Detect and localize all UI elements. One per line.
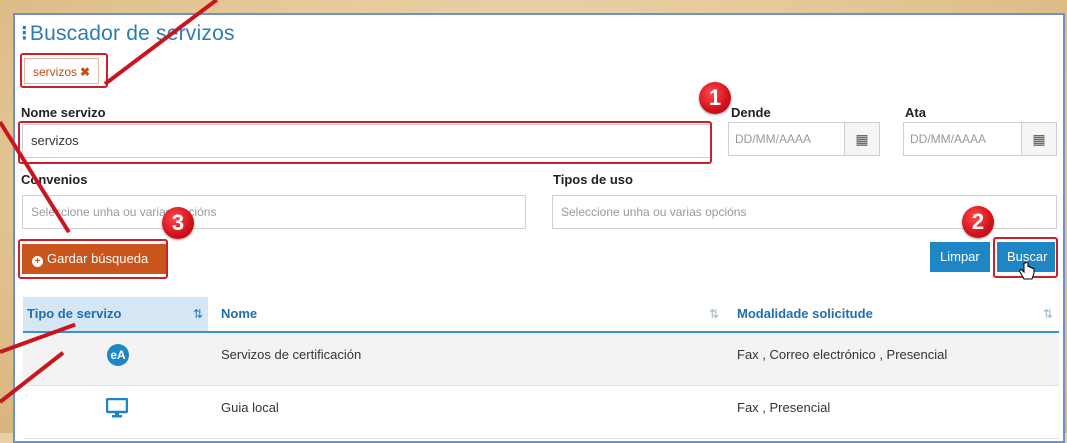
calendar-icon[interactable]: ▦ xyxy=(844,123,879,155)
row-nome[interactable]: Servizos de certificación xyxy=(221,333,361,377)
ata-label: Ata xyxy=(905,105,926,120)
tipos-uso-label: Tipos de uso xyxy=(553,172,633,187)
step-badge-1: 1 xyxy=(699,82,731,114)
dende-placeholder: DD/MM/AAAA xyxy=(735,132,812,146)
table-header: Tipo de servizo ⇅ Nome ⇅ Modalidade soli… xyxy=(23,297,1059,333)
calendar-icon[interactable]: ▦ xyxy=(1021,123,1056,155)
row-modalidade: Fax , Correo electrónico , Presencial xyxy=(737,347,948,362)
sort-icon[interactable]: ⇅ xyxy=(709,297,719,331)
sort-active-icon[interactable]: ⇅ xyxy=(193,297,203,331)
annotation-box-save xyxy=(18,239,168,279)
dende-label: Dende xyxy=(731,105,771,120)
ata-placeholder: DD/MM/AAAA xyxy=(910,132,987,146)
monitor-icon xyxy=(106,398,128,418)
step-badge-3: 3 xyxy=(162,207,194,239)
tipos-uso-placeholder: Seleccione unha ou varias opcións xyxy=(561,205,747,219)
column-header-nome[interactable]: Nome xyxy=(221,297,257,331)
step-badge-2: 2 xyxy=(962,206,994,238)
table-row[interactable]: eA Servizos de certificación Fax , Corre… xyxy=(23,333,1059,386)
hand-cursor-icon xyxy=(1019,262,1035,280)
column-header-tipo[interactable]: Tipo de servizo xyxy=(23,297,208,331)
table-row[interactable]: Guia local Fax , Presencial xyxy=(23,386,1059,439)
sort-icon[interactable]: ⇅ xyxy=(1043,297,1053,331)
eA-icon: eA xyxy=(107,344,129,366)
convenios-select[interactable]: Seleccione unha ou varias opcións xyxy=(22,195,526,229)
column-header-tipo-label: Tipo de servizo xyxy=(27,306,122,321)
nome-servizo-label: Nome servizo xyxy=(21,105,106,120)
column-header-modalidade-label: Modalidade solicitude xyxy=(737,306,873,321)
annotation-box-tag xyxy=(20,53,108,88)
dende-date-field[interactable]: DD/MM/AAAA ▦ xyxy=(728,122,880,156)
column-header-nome-label: Nome xyxy=(221,306,258,321)
column-header-modalidade[interactable]: Modalidade solicitude xyxy=(737,297,873,331)
page-title: ⁝Buscador de servizos xyxy=(21,21,235,46)
row-modalidade: Fax , Presencial xyxy=(737,400,831,415)
annotation-box-nome xyxy=(18,121,712,164)
page-title-text: Buscador de servizos xyxy=(29,22,235,45)
row-nome[interactable]: Guia local xyxy=(221,386,279,430)
drag-handle-icon: ⁝ xyxy=(21,22,28,45)
clear-label: Limpar xyxy=(940,249,980,264)
ata-date-field[interactable]: DD/MM/AAAA ▦ xyxy=(903,122,1057,156)
clear-button[interactable]: Limpar xyxy=(930,242,990,272)
